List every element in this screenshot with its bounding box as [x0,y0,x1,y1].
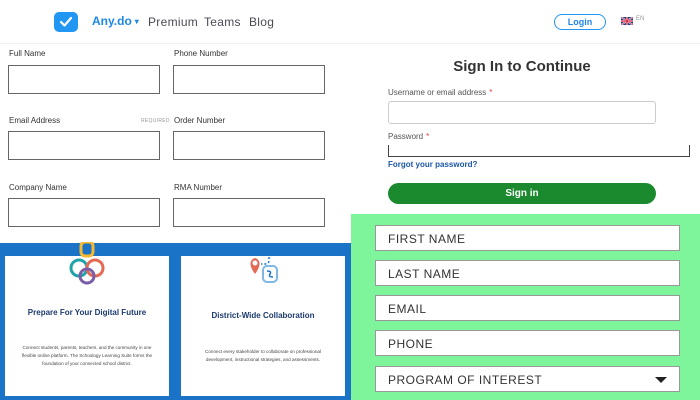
card-description: Connect students, parents, teachers, and… [21,345,153,366]
phone-placeholder: PHONE [388,337,434,351]
brand-label: Any.do [92,14,132,28]
last-name-input[interactable]: LAST NAME [375,260,680,286]
required-asterisk: * [426,132,430,141]
anydo-check-icon[interactable] [54,12,78,32]
nav-link-premium[interactable]: Premium [148,15,198,29]
top-nav: Any.do ▾ Premium Teams Blog Login EN [0,0,700,44]
first-name-placeholder: FIRST NAME [388,232,466,246]
order-number-label: Order Number [174,116,226,125]
signin-button[interactable]: Sign in [388,183,656,204]
feature-card: District-Wide Collaboration Connect ever… [181,247,345,396]
username-input[interactable] [388,101,656,124]
full-name-label: Full Name [9,49,46,58]
nav-link-blog[interactable]: Blog [249,15,274,29]
required-note: REQUIRED [141,118,170,124]
card-description: Connect every stakeholder to collaborate… [205,349,321,362]
email-address-input[interactable] [8,131,160,160]
phone-number-label: Phone Number [174,49,228,58]
dropdown-caret-icon [655,377,667,383]
order-number-input[interactable] [173,131,325,160]
forgot-password-link[interactable]: Forgot your password? [388,160,477,169]
password-label: Password * [388,132,429,141]
nav-link-teams[interactable]: Teams [204,15,241,29]
username-label-text: Username or email address [388,88,487,97]
feature-card: Prepare For Your Digital Future Connect … [5,242,169,396]
rma-number-input[interactable] [173,198,325,227]
map-route-icon [250,247,278,283]
phone-input[interactable]: PHONE [375,330,680,356]
last-name-placeholder: LAST NAME [388,267,461,281]
required-asterisk: * [489,88,493,97]
card-title: District-Wide Collaboration [211,311,315,320]
program-select[interactable]: PROGRAM OF INTEREST [375,366,680,392]
screenshot-collage: Any.do ▾ Premium Teams Blog Login EN Ful… [0,0,700,400]
email-input[interactable]: EMAIL [375,295,680,321]
first-name-input[interactable]: FIRST NAME [375,225,680,251]
rma-number-label: RMA Number [174,183,223,192]
username-label: Username or email address * [388,88,492,97]
password-label-text: Password [388,132,424,141]
uk-flag-icon[interactable] [621,17,633,25]
brand-menu[interactable]: Any.do ▾ [92,14,139,28]
login-button[interactable]: Login [554,14,606,30]
chevron-down-icon: ▾ [134,16,139,26]
company-name-input[interactable] [8,198,160,227]
email-placeholder: EMAIL [388,302,427,316]
email-address-label: Email Address [9,116,61,125]
card-title: Prepare For Your Digital Future [27,308,147,317]
company-name-label: Company Name [9,183,67,192]
phone-number-input[interactable] [173,65,325,94]
full-name-input[interactable] [8,65,160,94]
chain-links-icon [69,242,105,285]
language-code: EN [636,16,645,22]
program-select-label: PROGRAM OF INTEREST [388,373,543,387]
password-input[interactable] [388,145,690,157]
signin-title: Sign In to Continue [453,58,591,75]
